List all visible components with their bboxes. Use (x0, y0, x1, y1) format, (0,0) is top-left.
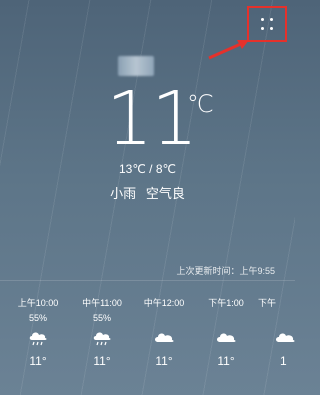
temperature-range: 13℃ / 8℃ (119, 162, 176, 176)
hour-temp: 11° (217, 354, 235, 368)
hourly-item: 下午1:00 11° (196, 296, 256, 368)
cloud-icon (217, 333, 236, 342)
current-temperature: 11 (106, 76, 198, 162)
hourly-item: 中午11:00 55% 11° (72, 296, 132, 368)
cloud-icon (155, 333, 174, 342)
rain-cloud-icon (93, 332, 111, 346)
hour-temp: 11° (93, 354, 111, 368)
hour-humidity (134, 313, 194, 326)
condition-text: 小雨 (110, 186, 137, 201)
cloud-icon (276, 333, 295, 342)
hour-temp: 11° (155, 354, 173, 368)
hourly-item: 下午 1 (258, 296, 295, 368)
more-dots-icon (261, 18, 273, 30)
weather-description: 小雨 空气良 (0, 183, 295, 202)
last-update-text: 上次更新时间：上午9:55 (176, 266, 275, 276)
red-arrow (208, 40, 249, 60)
hour-time: 上午10:00 (17, 298, 59, 308)
city-name-blurred (118, 56, 154, 76)
temperature-unit: ℃ (187, 91, 214, 118)
hourly-forecast[interactable]: 上午10:00 55% 11° 中午11:00 55% 11° 中午12:00 … (0, 296, 295, 386)
hourly-item: 中午12:00 11° (134, 296, 194, 368)
hour-temp: 1 (280, 354, 287, 368)
hourly-item: 上午10:00 55% 11° (8, 296, 68, 368)
hour-humidity: 55% (92, 313, 111, 323)
air-quality-text: 空气良 (145, 186, 185, 201)
rain-cloud-icon (29, 332, 47, 346)
hour-time: 下午 (258, 298, 277, 308)
hour-temp: 11° (29, 354, 47, 368)
hour-time: 下午1:00 (208, 298, 244, 308)
hour-humidity (258, 313, 295, 326)
hour-time: 中午12:00 (143, 298, 185, 308)
hour-time: 中午11:00 (82, 298, 122, 308)
hour-humidity: 55% (28, 313, 47, 323)
hour-humidity (196, 313, 256, 326)
divider (0, 280, 295, 281)
